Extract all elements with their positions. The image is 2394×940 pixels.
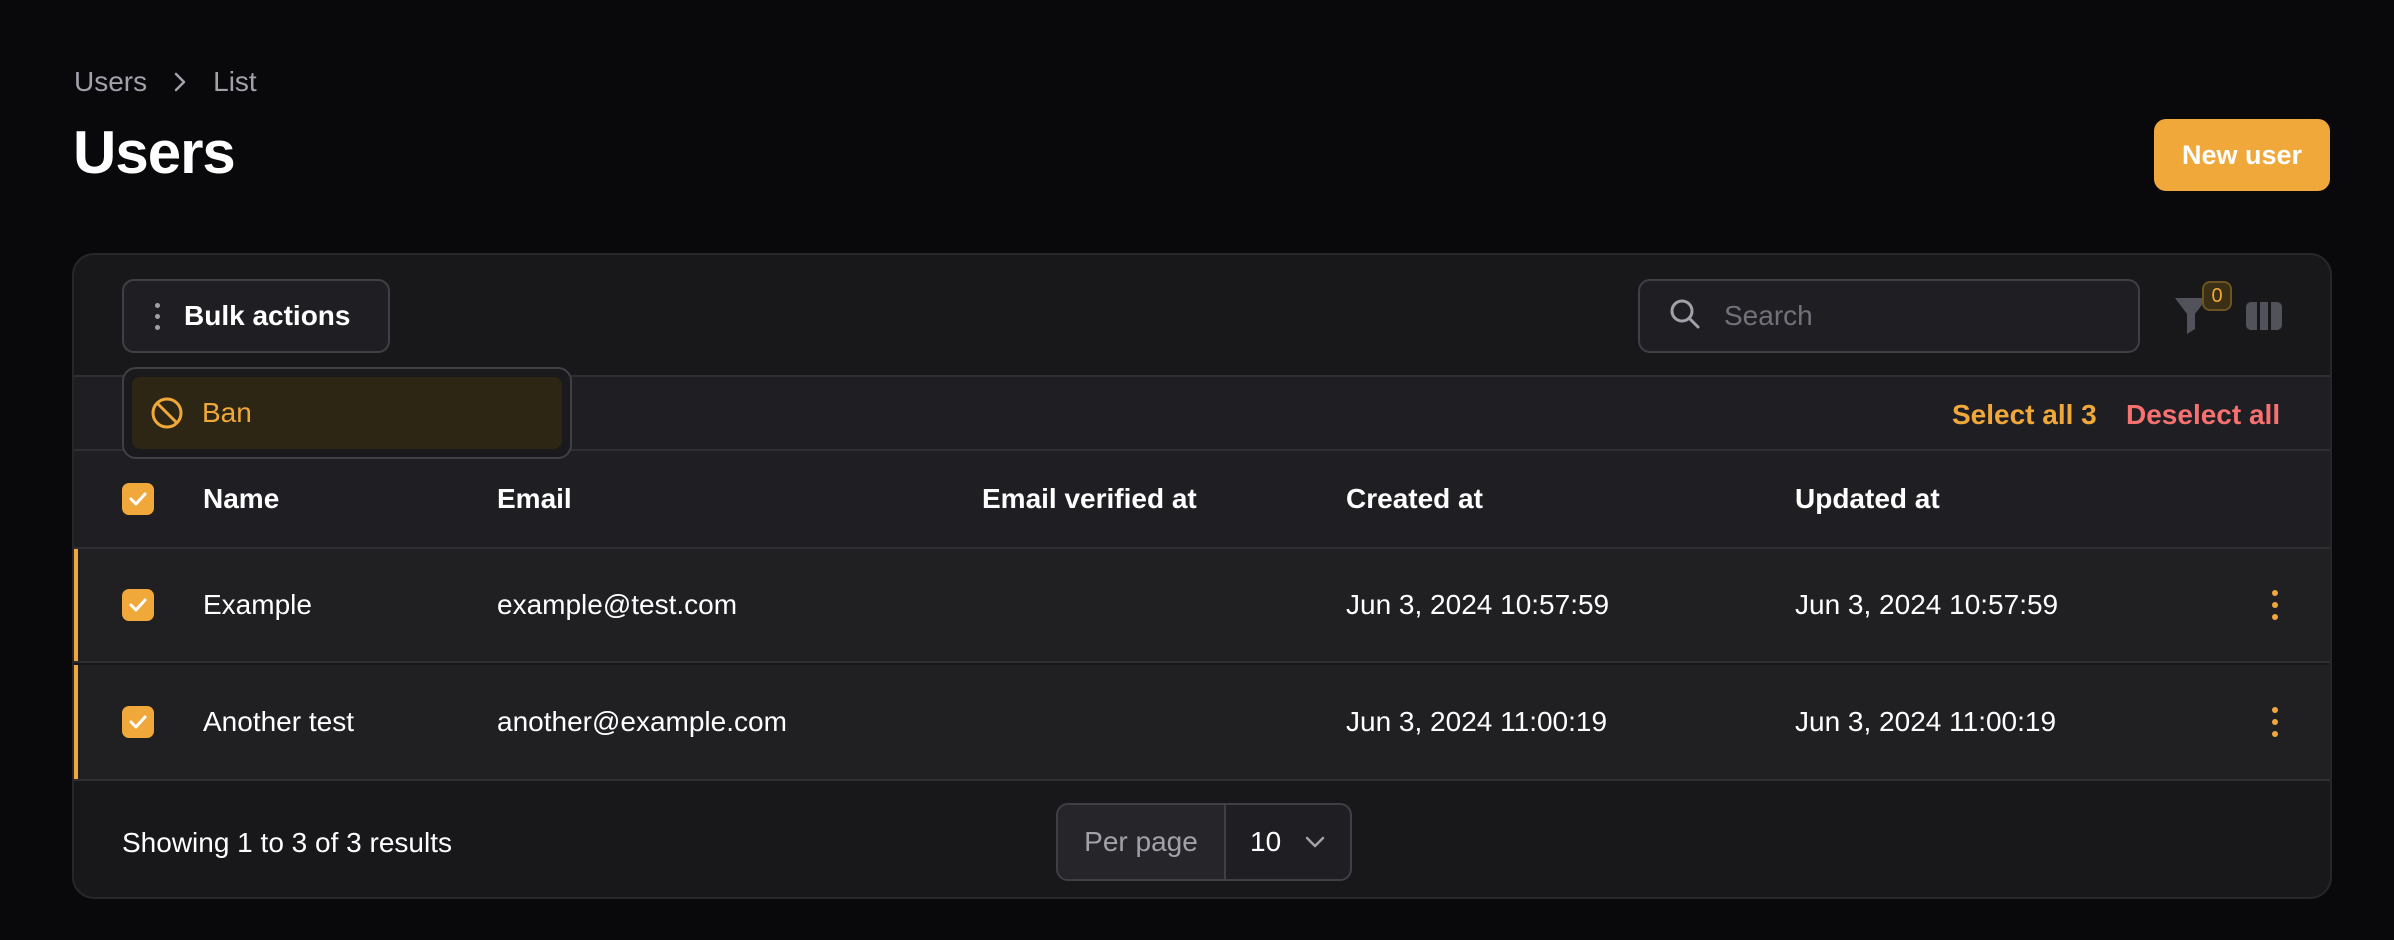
cell-updated-at: Jun 3, 2024 11:00:19	[1795, 706, 2057, 737]
per-page-label: Per page	[1058, 805, 1226, 879]
cell-name: Another test	[203, 706, 354, 737]
table-row[interactable]: Another test another@example.com Jun 3, …	[74, 665, 2330, 779]
cell-created-at: Jun 3, 2024 10:57:59	[1346, 589, 1610, 620]
row-actions-button[interactable]	[2260, 702, 2290, 742]
check-icon	[129, 715, 147, 729]
row-checkbox[interactable]	[122, 706, 154, 738]
search-icon	[1668, 297, 1702, 336]
page-title: Users	[73, 119, 236, 186]
column-header-created-at[interactable]: Created at	[1346, 483, 1483, 515]
cell-email: example@test.com	[497, 589, 738, 620]
breadcrumb-item-users[interactable]: Users	[74, 66, 147, 98]
deselect-all-link[interactable]: Deselect all	[2126, 399, 2280, 431]
table-footer: Showing 1 to 3 of 3 results Per page 10	[74, 779, 2330, 897]
per-page-value: 10	[1250, 826, 1282, 857]
row-checkbox[interactable]	[122, 589, 154, 621]
select-all-link[interactable]: Select all 3	[1952, 399, 2097, 431]
bulk-actions-button[interactable]: Bulk actions	[122, 279, 390, 353]
ban-icon	[151, 397, 183, 429]
per-page-select[interactable]: 10	[1226, 805, 1350, 879]
search-input[interactable]	[1724, 300, 2104, 332]
column-header-email-verified-at[interactable]: Email verified at	[982, 483, 1197, 515]
pagination-summary: Showing 1 to 3 of 3 results	[122, 827, 452, 858]
cell-updated-at: Jun 3, 2024 10:57:59	[1795, 589, 2059, 620]
table-row[interactable]: Example example@test.com Jun 3, 2024 10:…	[74, 549, 2330, 663]
filter-count-badge: 0	[2202, 281, 2232, 311]
table-toolbar: Bulk actions 0	[74, 255, 2330, 377]
chevron-right-icon	[169, 71, 191, 93]
breadcrumb: Users List	[74, 66, 257, 98]
bulk-actions-label: Bulk actions	[184, 300, 351, 331]
cell-name: Example	[203, 589, 312, 620]
cell-email: another@example.com	[497, 706, 787, 737]
column-header-updated-at[interactable]: Updated at	[1795, 483, 1940, 515]
table-header-row: Name Email Email verified at Created at …	[74, 451, 2330, 549]
column-header-name[interactable]: Name	[203, 483, 279, 515]
users-table-card: Bulk actions 0 Select all 3	[72, 253, 2332, 899]
vertical-dots-icon	[154, 302, 160, 330]
column-header-email[interactable]: Email	[497, 483, 572, 515]
ban-action[interactable]: Ban	[132, 377, 562, 449]
check-icon	[129, 492, 147, 506]
cell-created-at: Jun 3, 2024 11:00:19	[1346, 706, 1608, 737]
breadcrumb-item-list: List	[213, 66, 257, 97]
toggle-columns-button[interactable]	[2244, 299, 2284, 335]
ban-label: Ban	[202, 397, 252, 428]
columns-icon	[2246, 302, 2282, 330]
select-all-checkbox[interactable]	[122, 483, 154, 515]
bulk-actions-dropdown: Ban	[122, 367, 572, 459]
search-field[interactable]	[1638, 279, 2140, 353]
new-user-button[interactable]: New user	[2154, 119, 2330, 191]
check-icon	[129, 598, 147, 612]
row-actions-button[interactable]	[2260, 585, 2290, 625]
per-page-control: Per page 10	[1056, 803, 1352, 881]
chevron-down-icon	[1305, 836, 1325, 848]
users-list-page: Users List Users New user Bulk actions 0	[0, 0, 2394, 940]
